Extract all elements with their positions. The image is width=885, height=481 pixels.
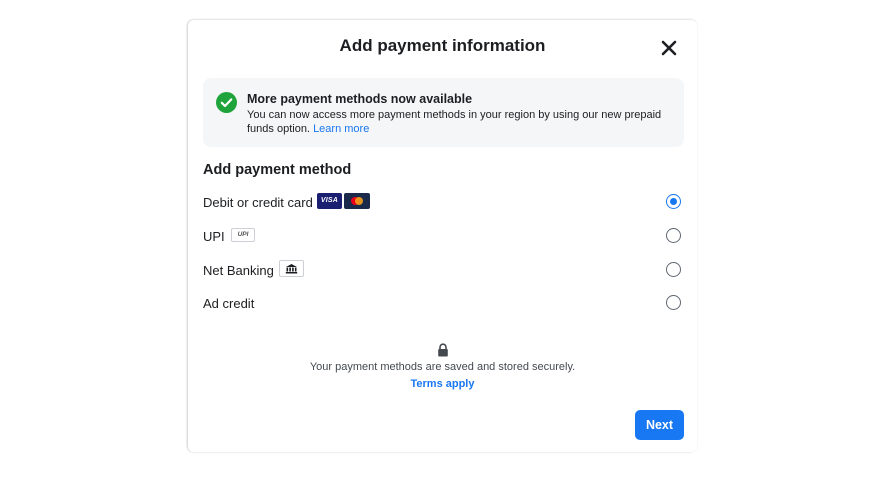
radio-adcredit[interactable] (666, 295, 681, 310)
visa-icon: VISA (317, 193, 342, 209)
section-title: Add payment method (203, 162, 352, 178)
bank-icon (279, 260, 304, 277)
option-label: Net Banking (203, 263, 274, 278)
option-label: UPI (203, 229, 225, 244)
radio-card[interactable] (666, 194, 681, 209)
notice-body: You can now access more payment methods … (247, 109, 672, 136)
radio-upi[interactable] (666, 228, 681, 243)
mastercard-icon (344, 193, 370, 209)
next-button[interactable]: Next (635, 410, 684, 440)
option-upi[interactable]: UPI UPI (203, 224, 685, 250)
radio-netbanking[interactable] (666, 262, 681, 277)
learn-more-link[interactable]: Learn more (313, 123, 369, 135)
secure-text: Your payment methods are saved and store… (309, 361, 576, 373)
dialog-title: Add payment information (339, 36, 546, 55)
close-button[interactable] (658, 37, 680, 59)
option-label: Ad credit (203, 296, 255, 311)
notice-body-text: You can now access more payment methods … (247, 109, 662, 135)
option-adcredit[interactable]: Ad credit (203, 291, 685, 317)
lock-icon (437, 343, 448, 357)
notice-title: More payment methods now available (247, 92, 473, 106)
dialog-header: Add payment information (188, 20, 697, 70)
option-netbanking[interactable]: Net Banking (203, 258, 685, 284)
secure-notice: Your payment methods are saved and store… (188, 343, 697, 390)
terms-link[interactable]: Terms apply (188, 378, 697, 390)
option-label: Debit or credit card (203, 195, 313, 210)
upi-icon: UPI (231, 228, 255, 242)
option-card[interactable]: Debit or credit card VISA (203, 190, 685, 216)
check-circle-icon (216, 92, 237, 113)
close-icon (661, 40, 677, 56)
notice-banner: More payment methods now available You c… (203, 78, 684, 147)
payment-dialog: Add payment information More payment met… (188, 20, 697, 452)
